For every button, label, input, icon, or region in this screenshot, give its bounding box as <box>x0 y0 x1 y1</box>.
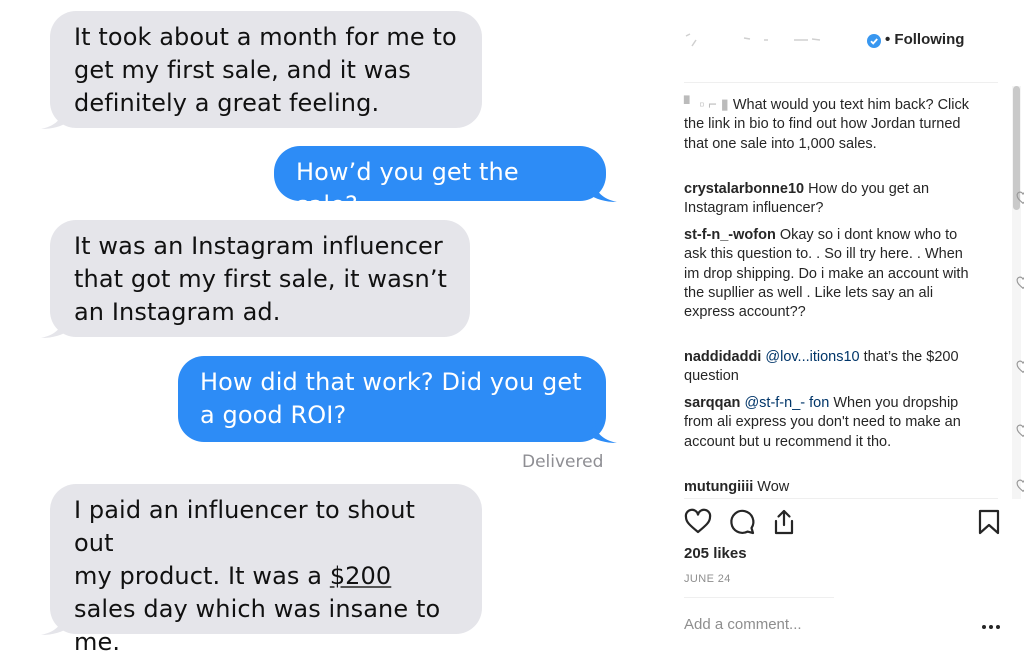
comment-like-heart-icon[interactable] <box>1016 191 1024 205</box>
comment-like-heart-icon[interactable] <box>1016 276 1024 290</box>
header-divider <box>684 82 998 83</box>
delivered-status: Delivered <box>522 452 604 472</box>
bubble-tail <box>41 107 69 129</box>
message-bubble-incoming: It was an Instagram influencer that got … <box>41 220 470 338</box>
share-icon[interactable] <box>770 508 798 536</box>
following-button[interactable]: • Following <box>885 31 964 48</box>
comment-item: crystalarbonne10 How do you get an Insta… <box>684 180 974 219</box>
message-bubble-outgoing: How’d you get the sale? <box>274 146 617 219</box>
comment-item: naddidaddi @lov...itions10 that’s the $2… <box>684 348 974 387</box>
comment-username[interactable]: sarqqan <box>684 395 740 411</box>
comment-like-heart-icon[interactable] <box>1016 424 1024 438</box>
message-text: I paid an influencer to shout out my pro… <box>74 494 460 655</box>
more-options-icon[interactable] <box>980 616 1002 638</box>
redacted-username-mark <box>685 33 821 47</box>
likes-count[interactable]: 205 likes <box>684 545 747 562</box>
message-bubble-outgoing: How did that work? Did you get a good RO… <box>178 356 617 443</box>
heart-icon[interactable] <box>684 508 712 536</box>
comment-mention[interactable]: @st-f-n_- fon <box>744 395 829 411</box>
post-caption: ▘ ▫ ⌐ ▮ What would you text him back? Cl… <box>684 96 974 154</box>
verified-badge-icon <box>867 34 881 48</box>
add-comment-divider <box>684 597 834 598</box>
comment-item: mutungiiii Wow <box>684 478 974 497</box>
imessage-conversation: It took about a month for me to get my f… <box>0 0 640 655</box>
bubble-tail <box>589 421 617 443</box>
comment-item: st-f-n_-wofon Okay so i dont know who to… <box>684 226 974 322</box>
bubble-tail <box>41 613 69 635</box>
username-redacted[interactable] <box>684 28 824 50</box>
instagram-post-panel: • Following ▘ ▫ ⌐ ▮ What would you text … <box>640 0 1024 655</box>
bubble-tail <box>41 316 69 338</box>
post-date: JUNE 24 <box>684 573 731 585</box>
underlined-amount: $200 <box>329 562 392 590</box>
message-text-part: sales day which was insane to me. <box>74 595 441 655</box>
message-text: How did that work? Did you get a good RO… <box>200 368 582 429</box>
add-comment-input[interactable]: Add a comment... <box>684 616 802 633</box>
comment-username[interactable]: st-f-n_-wofon <box>684 227 776 243</box>
message-text: It was an Instagram influencer that got … <box>74 232 448 326</box>
comment-like-heart-icon[interactable] <box>1016 479 1024 493</box>
message-text: It took about a month for me to get my f… <box>74 23 457 117</box>
comment-item: sarqqan @st-f-n_- fon When you dropship … <box>684 394 974 452</box>
comment-username[interactable]: mutungiiii <box>684 479 753 495</box>
comment-username[interactable]: crystalarbonne10 <box>684 181 804 197</box>
bookmark-icon[interactable] <box>975 508 1003 536</box>
comment-username[interactable]: naddidaddi <box>684 349 761 365</box>
message-text: How’d you get the sale? <box>296 158 519 219</box>
message-bubble-incoming: I paid an influencer to shout out my pro… <box>41 484 482 655</box>
comment-icon[interactable] <box>728 508 756 536</box>
message-bubble-incoming: It took about a month for me to get my f… <box>41 11 482 129</box>
post-actions-bar <box>684 508 1004 540</box>
post-header: • Following <box>684 22 1004 82</box>
bubble-tail <box>589 180 617 202</box>
comment-mention[interactable]: @lov...itions10 <box>765 349 859 365</box>
comments-divider <box>684 498 998 499</box>
comment-like-heart-icon[interactable] <box>1016 360 1024 374</box>
caption-username-redacted[interactable]: ▘ ▫ ⌐ ▮ <box>684 97 729 113</box>
comment-text: Wow <box>757 479 790 495</box>
